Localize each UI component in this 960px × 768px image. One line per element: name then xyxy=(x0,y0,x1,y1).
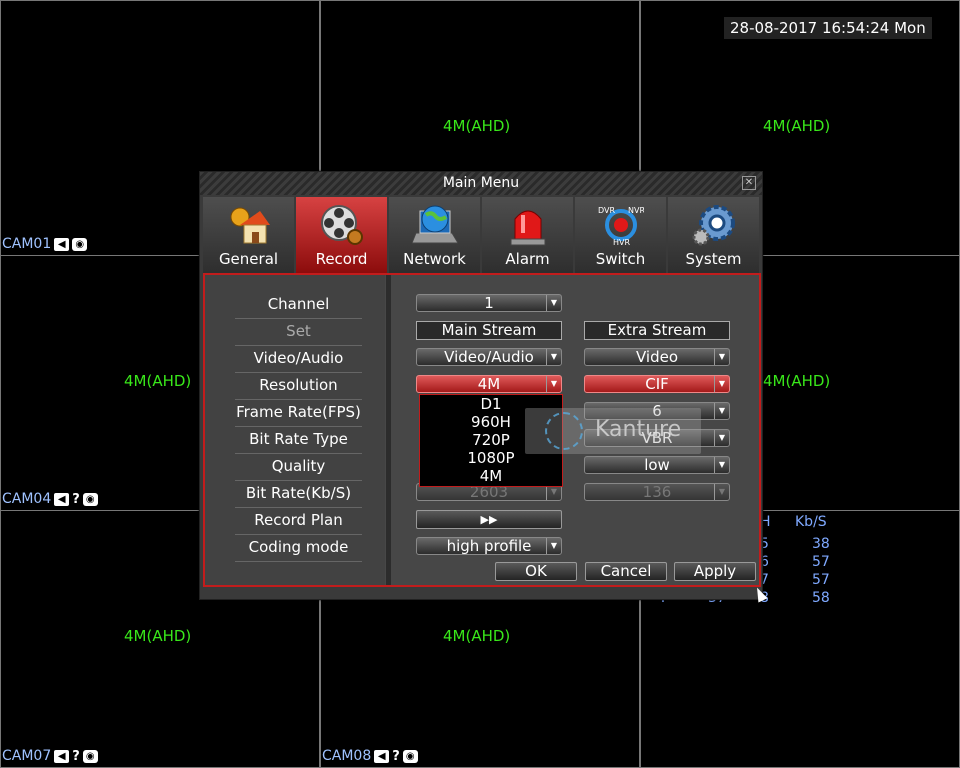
menu-item-channel[interactable]: Channel xyxy=(235,292,362,319)
resolution-label: 4M(AHD) xyxy=(443,117,511,135)
main-video-audio-select[interactable]: Video/Audio ▼ xyxy=(416,348,562,366)
film-reel-icon xyxy=(320,205,363,245)
bitrate-cell: 38 xyxy=(812,536,830,552)
house-gear-icon xyxy=(230,207,270,244)
tab-switch[interactable]: DVR NVR HVR Switch xyxy=(575,197,666,273)
question-icon: ? xyxy=(392,748,400,764)
cam-label: CAM01 ◀ ◉ xyxy=(2,236,88,252)
tab-general[interactable]: General xyxy=(203,197,294,273)
speaker-mute-icon: ◀ xyxy=(54,237,70,251)
tab-label: Alarm xyxy=(505,250,550,268)
cam-label: CAM08 ◀? ◉ xyxy=(322,748,418,764)
siren-icon xyxy=(510,210,545,246)
dvr-nvr-hvr-icon: DVR NVR HVR xyxy=(598,206,644,247)
close-icon[interactable]: ✕ xyxy=(742,176,756,190)
panel-divider xyxy=(386,275,391,585)
settings-labels: Channel Set Video/Audio Resolution Frame… xyxy=(205,275,385,585)
watermark-logo-icon xyxy=(545,412,583,450)
datetime-display: 28-08-2017 16:54:24 Mon xyxy=(724,17,932,39)
bitrate-header-kbs: Kb/S xyxy=(795,514,827,530)
chevron-down-icon: ▼ xyxy=(714,457,729,473)
chevron-down-icon: ▼ xyxy=(546,376,561,392)
question-icon: ? xyxy=(72,748,80,764)
camera-icon: ◉ xyxy=(402,749,418,763)
menu-tabs: General Record Network Alarm DVR NVR HVR… xyxy=(203,197,759,273)
bitrate-cell: 57 xyxy=(812,554,830,570)
extra-stream-button[interactable]: Extra Stream xyxy=(584,321,730,340)
cancel-button[interactable]: Cancel xyxy=(585,562,667,581)
main-menu-dialog: Main Menu ✕ General Record Network Alarm… xyxy=(199,171,763,600)
tab-network[interactable]: Network xyxy=(389,197,480,273)
svg-text:HVR: HVR xyxy=(613,238,630,247)
menu-item-coding-mode[interactable]: Coding mode xyxy=(235,535,362,562)
extra-video-audio-select[interactable]: Video ▼ xyxy=(584,348,730,366)
tab-label: Switch xyxy=(595,250,646,268)
chevron-down-icon: ▼ xyxy=(546,349,561,365)
coding-mode-select[interactable]: high profile ▼ xyxy=(416,537,562,555)
dialog-title: Main Menu ✕ xyxy=(200,172,762,195)
main-stream-button[interactable]: Main Stream xyxy=(416,321,562,340)
menu-item-frame-rate[interactable]: Frame Rate(FPS) xyxy=(235,400,362,427)
resolution-label: 4M(AHD) xyxy=(124,627,192,645)
resolution-label: 4M(AHD) xyxy=(763,117,831,135)
cam-label: CAM04 ◀? ◉ xyxy=(2,491,98,507)
menu-item-set: Set xyxy=(235,319,362,346)
chevron-down-icon: ▼ xyxy=(714,430,729,446)
resolution-label: 4M(AHD) xyxy=(763,372,831,390)
resolution-option[interactable]: 4M xyxy=(420,467,562,485)
speaker-mute-icon: ◀ xyxy=(54,749,70,763)
extra-bit-rate-select: 136 ▼ xyxy=(584,483,730,501)
tab-label: System xyxy=(685,250,742,268)
camera-icon: ◉ xyxy=(82,492,98,506)
record-plan-button[interactable]: ▶▶ xyxy=(416,510,562,529)
main-resolution-select[interactable]: 4M ▼ xyxy=(416,375,562,393)
bitrate-cell: 58 xyxy=(812,590,830,606)
menu-item-record-plan[interactable]: Record Plan xyxy=(235,508,362,535)
bitrate-cell: 57 xyxy=(812,572,830,588)
camera-icon: ◉ xyxy=(82,749,98,763)
menu-item-bit-rate-type[interactable]: Bit Rate Type xyxy=(235,427,362,454)
tab-label: General xyxy=(218,250,279,268)
chevron-down-icon: ▼ xyxy=(546,538,561,554)
ok-button[interactable]: OK xyxy=(495,562,577,581)
gears-icon xyxy=(692,205,735,246)
resolution-label: 4M(AHD) xyxy=(124,372,192,390)
svg-text:DVR: DVR xyxy=(598,206,615,215)
menu-item-quality[interactable]: Quality xyxy=(235,454,362,481)
resolution-label: 4M(AHD) xyxy=(443,627,511,645)
tab-alarm[interactable]: Alarm xyxy=(482,197,573,273)
menu-item-video-audio[interactable]: Video/Audio xyxy=(235,346,362,373)
chevron-down-icon: ▼ xyxy=(714,403,729,419)
tab-label: Record xyxy=(315,250,368,268)
menu-item-bit-rate[interactable]: Bit Rate(Kb/S) xyxy=(235,481,362,508)
watermark-text: Kanture xyxy=(595,417,682,442)
channel-select[interactable]: 1 ▼ xyxy=(416,294,562,312)
chevron-down-icon: ▼ xyxy=(714,349,729,365)
globe-laptop-icon xyxy=(411,205,458,244)
extra-quality-select[interactable]: low ▼ xyxy=(584,456,730,474)
apply-button[interactable]: Apply xyxy=(674,562,756,581)
cam-label: CAM07 ◀? ◉ xyxy=(2,748,98,764)
watermark: Kanture xyxy=(525,408,701,454)
chevron-down-icon: ▼ xyxy=(714,484,729,500)
tab-system[interactable]: System xyxy=(668,197,759,273)
chevron-down-icon: ▼ xyxy=(546,295,561,311)
extra-resolution-select[interactable]: CIF ▼ xyxy=(584,375,730,393)
speaker-mute-icon: ◀ xyxy=(54,492,70,506)
tab-record[interactable]: Record xyxy=(296,197,387,273)
menu-item-resolution[interactable]: Resolution xyxy=(235,373,362,400)
question-icon: ? xyxy=(72,491,80,507)
tab-label: Network xyxy=(403,250,466,268)
chevron-down-icon: ▼ xyxy=(714,376,729,392)
speaker-mute-icon: ◀ xyxy=(374,749,390,763)
camera-icon: ◉ xyxy=(72,237,88,251)
svg-text:NVR: NVR xyxy=(628,206,644,215)
